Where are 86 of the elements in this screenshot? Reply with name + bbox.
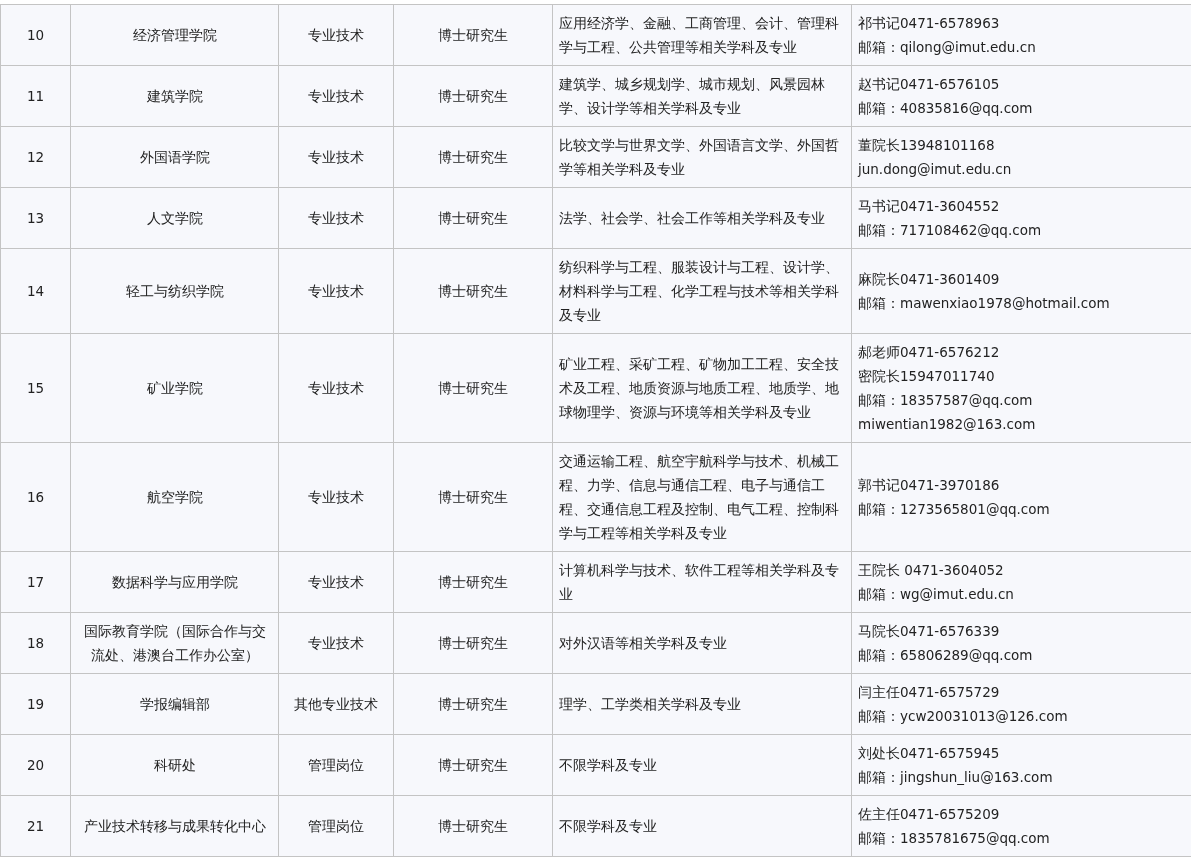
- contact-line: 郝老师0471-6576212: [858, 343, 1001, 362]
- contact-line: 邮箱：65806289@qq.com: [858, 646, 1034, 665]
- subjects-cell: 对外汉语等相关学科及专业: [552, 612, 852, 674]
- contact-line: 麻院长0471-3601409: [858, 270, 1001, 289]
- row-number: 10: [0, 4, 71, 66]
- row-number: 21: [0, 795, 71, 857]
- degree-cell: 博士研究生: [393, 126, 553, 188]
- subjects-cell: 矿业工程、采矿工程、矿物加工工程、安全技术及工程、地质资源与地质工程、地质学、地球物理学、资源与环境等相关学科及专业: [552, 333, 852, 443]
- row-number: 18: [0, 612, 71, 674]
- department-cell: 建筑学院: [70, 65, 279, 127]
- department-cell: 外国语学院: [70, 126, 279, 188]
- post-type-cell: 专业技术: [278, 248, 394, 334]
- post-type-cell: 管理岗位: [278, 734, 394, 796]
- department-cell: 科研处: [70, 734, 279, 796]
- degree-cell: 博士研究生: [393, 187, 553, 249]
- department-cell: 矿业学院: [70, 333, 279, 443]
- contact-line: 密院长15947011740: [858, 367, 996, 386]
- contact-line: 佐主任0471-6575209: [858, 805, 1001, 824]
- post-type-cell: 管理岗位: [278, 795, 394, 857]
- contact-line: 刘处长0471-6575945: [858, 744, 1001, 763]
- post-type-cell: 其他专业技术: [278, 673, 394, 735]
- department-cell: 产业技术转移与成果转化中心: [70, 795, 279, 857]
- department-cell: 数据科学与应用学院: [70, 551, 279, 613]
- department-cell: 学报编辑部: [70, 673, 279, 735]
- degree-cell: 博士研究生: [393, 734, 553, 796]
- contact-line: 马院长0471-6576339: [858, 622, 1001, 641]
- subjects-cell: 应用经济学、金融、工商管理、会计、管理科学与工程、公共管理等相关学科及专业: [552, 4, 852, 66]
- subjects-cell: 交通运输工程、航空宇航科学与技术、机械工程、力学、信息与通信工程、电子与通信工程、交通信息工程及控制、电气工程、控制科学与工程等相关学科及专业: [552, 442, 852, 552]
- contact-line: 邮箱：1835781675@qq.com: [858, 829, 1051, 848]
- degree-cell: 博士研究生: [393, 612, 553, 674]
- row-number: 12: [0, 126, 71, 188]
- subjects-cell: 建筑学、城乡规划学、城市规划、风景园林学、设计学等相关学科及专业: [552, 65, 852, 127]
- subjects-cell: 计算机科学与技术、软件工程等相关学科及专业: [552, 551, 852, 613]
- degree-cell: 博士研究生: [393, 333, 553, 443]
- contact-line: miwentian1982@163.com: [858, 415, 1037, 434]
- contact-line: 邮箱：18357587@qq.com: [858, 391, 1034, 410]
- subjects-cell: 比较文学与世界文学、外国语言文学、外国哲学等相关学科及专业: [552, 126, 852, 188]
- post-type-cell: 专业技术: [278, 65, 394, 127]
- post-type-cell: 专业技术: [278, 4, 394, 66]
- row-number: 14: [0, 248, 71, 334]
- post-type-cell: 专业技术: [278, 126, 394, 188]
- post-type-cell: 专业技术: [278, 551, 394, 613]
- row-number: 11: [0, 65, 71, 127]
- contact-line: 董院长13948101168: [858, 136, 996, 155]
- subjects-cell: 不限学科及专业: [552, 795, 852, 857]
- degree-cell: 博士研究生: [393, 795, 553, 857]
- contact-line: 邮箱：717108462@qq.com: [858, 221, 1043, 240]
- department-cell: 航空学院: [70, 442, 279, 552]
- row-number: 20: [0, 734, 71, 796]
- post-type-cell: 专业技术: [278, 333, 394, 443]
- contact-line: 邮箱：40835816@qq.com: [858, 99, 1034, 118]
- degree-cell: 博士研究生: [393, 4, 553, 66]
- contact-line: 邮箱：1273565801@qq.com: [858, 500, 1051, 519]
- row-number: 17: [0, 551, 71, 613]
- subjects-cell: 不限学科及专业: [552, 734, 852, 796]
- post-type-cell: 专业技术: [278, 187, 394, 249]
- row-number: 19: [0, 673, 71, 735]
- degree-cell: 博士研究生: [393, 442, 553, 552]
- row-number: 13: [0, 187, 71, 249]
- post-type-cell: 专业技术: [278, 442, 394, 552]
- subjects-cell: 纺织科学与工程、服装设计与工程、设计学、材料科学与工程、化学工程与技术等相关学科及专业: [552, 248, 852, 334]
- contact-line: 王院长 0471-3604052: [858, 561, 1005, 580]
- contact-line: 邮箱：qilong@imut.edu.cn: [858, 38, 1037, 57]
- contact-line: 郭书记0471-3970186: [858, 476, 1001, 495]
- contact-line: jun.dong@imut.edu.cn: [858, 160, 1013, 179]
- department-cell: 经济管理学院: [70, 4, 279, 66]
- degree-cell: 博士研究生: [393, 65, 553, 127]
- contact-line: 邮箱：wg@imut.edu.cn: [858, 585, 1015, 604]
- contact-line: 邮箱：mawenxiao1978@hotmail.com: [858, 294, 1111, 313]
- contact-line: 赵书记0471-6576105: [858, 75, 1001, 94]
- post-type-cell: 专业技术: [278, 612, 394, 674]
- contact-line: 邮箱：jingshun_liu@163.com: [858, 768, 1054, 787]
- department-cell: 人文学院: [70, 187, 279, 249]
- contact-line: 闫主任0471-6575729: [858, 683, 1001, 702]
- row-number: 16: [0, 442, 71, 552]
- department-cell: 轻工与纺织学院: [70, 248, 279, 334]
- degree-cell: 博士研究生: [393, 551, 553, 613]
- degree-cell: 博士研究生: [393, 248, 553, 334]
- subjects-cell: 理学、工学类相关学科及专业: [552, 673, 852, 735]
- row-number: 15: [0, 333, 71, 443]
- contact-line: 祁书记0471-6578963: [858, 14, 1001, 33]
- department-cell: 国际教育学院（国际合作与交流处、港澳台工作办公室）: [70, 612, 279, 674]
- subjects-cell: 法学、社会学、社会工作等相关学科及专业: [552, 187, 852, 249]
- contact-line: 邮箱：ycw20031013@126.com: [858, 707, 1069, 726]
- contact-line: 马书记0471-3604552: [858, 197, 1001, 216]
- degree-cell: 博士研究生: [393, 673, 553, 735]
